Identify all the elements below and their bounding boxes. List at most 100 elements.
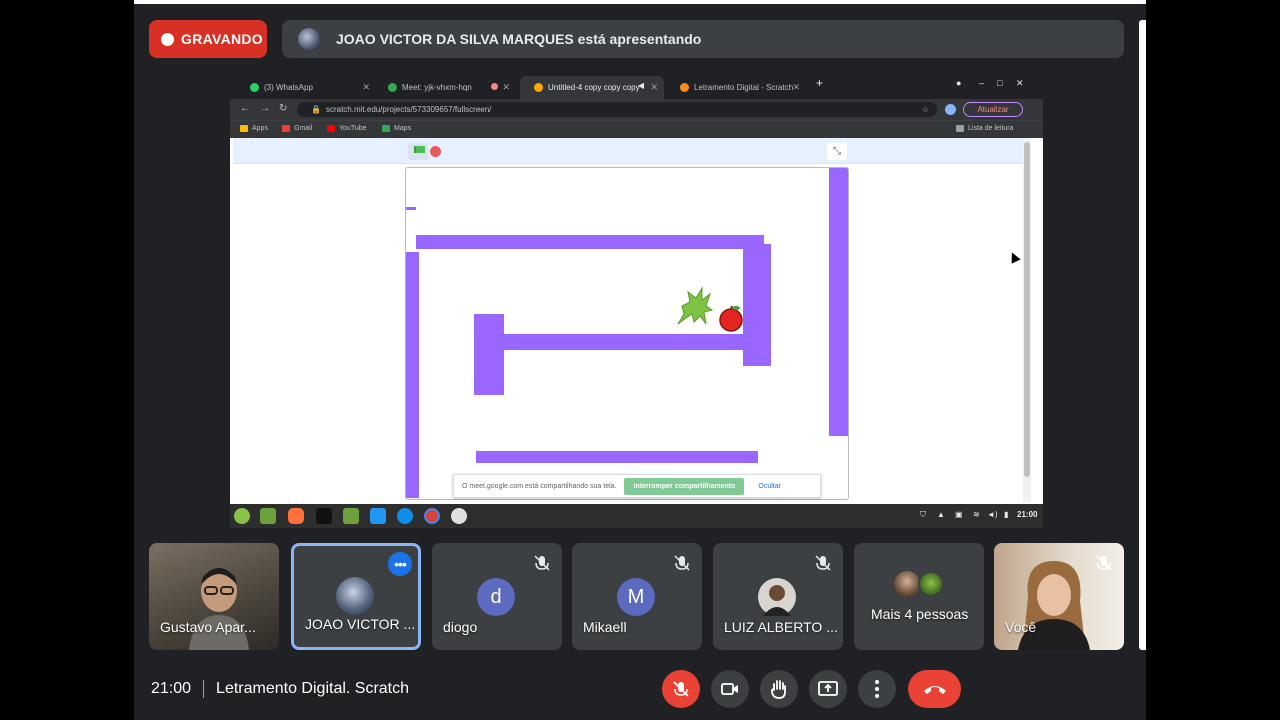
desktop-icon[interactable]: [260, 508, 276, 524]
close-icon[interactable]: ✕: [650, 82, 658, 93]
avatar: [336, 577, 374, 615]
mic-toggle-button[interactable]: [662, 670, 700, 708]
participant-tile-mikaell[interactable]: M Mikaell: [572, 543, 702, 650]
top-border: [134, 0, 1146, 4]
raise-hand-button[interactable]: [760, 670, 798, 708]
profile-menu-icon[interactable]: ●: [956, 78, 961, 88]
bookmark-maps[interactable]: Maps: [382, 125, 411, 132]
scratch-stage[interactable]: [405, 167, 849, 500]
window-close-icon[interactable]: ✕: [1016, 78, 1024, 89]
stop-icon[interactable]: [430, 146, 441, 157]
participant-name: LUIZ ALBERTO ...: [724, 619, 838, 635]
back-icon[interactable]: ←: [240, 103, 250, 114]
teamviewer-icon[interactable]: [397, 508, 413, 524]
phone-icon[interactable]: [370, 508, 386, 524]
meeting-info: 21:00 Letramento Digital. Scratch: [151, 680, 409, 698]
tab-letramento[interactable]: Letramento Digital - Scratch ✕: [666, 76, 806, 99]
shield-icon[interactable]: ⛉: [920, 510, 926, 520]
forward-icon[interactable]: →: [260, 103, 270, 114]
green-flag-icon[interactable]: [408, 143, 428, 160]
maze-wall: [743, 244, 771, 366]
app-icon[interactable]: [451, 508, 467, 524]
bookmarks-bar: Apps Gmail YouTube Maps Lista de leitura: [230, 120, 1043, 138]
apple-sprite[interactable]: [717, 304, 745, 332]
participant-name: Você: [1005, 619, 1037, 635]
tab-title: Meet: yjk-vhxm-hqn: [402, 83, 472, 92]
meeting-title[interactable]: Letramento Digital. Scratch: [216, 680, 409, 698]
os-clock: 21:00: [1017, 510, 1038, 519]
camera-toggle-button[interactable]: [711, 670, 749, 708]
participant-tile-joao[interactable]: ••• JOAO VICTOR ...: [291, 543, 421, 650]
more-options-icon[interactable]: •••: [388, 552, 412, 576]
avatar: [758, 578, 796, 616]
page-scrollbar[interactable]: [1023, 138, 1031, 502]
close-icon[interactable]: ✕: [502, 82, 510, 93]
wifi-icon[interactable]: ≋: [973, 510, 980, 519]
battery-icon[interactable]: ▮: [1004, 510, 1008, 519]
tab-title: Letramento Digital - Scratch: [694, 83, 794, 92]
reload-icon[interactable]: ↻: [279, 103, 287, 114]
hide-notice-link[interactable]: Ocultar: [758, 483, 781, 490]
chrome-icon[interactable]: [424, 508, 440, 524]
participant-video: [1018, 561, 1090, 650]
tab-meet[interactable]: Meet: yjk-vhxm-hqn ✕: [374, 76, 516, 99]
hand-icon: [771, 680, 786, 699]
avatar: M: [617, 578, 655, 616]
lock-icon: 🔒: [311, 105, 321, 114]
participant-tile-diogo[interactable]: d diogo: [432, 543, 562, 650]
audio-icon[interactable]: ◀: [638, 81, 644, 90]
stop-sharing-button[interactable]: Interromper compartilhamento: [624, 477, 745, 495]
participant-tile-more[interactable]: Mais 4 pessoas: [854, 543, 984, 650]
dragon-sprite[interactable]: [672, 284, 718, 328]
profile-avatar[interactable]: [945, 104, 956, 115]
warning-icon[interactable]: ▲: [937, 510, 945, 519]
tab-scratch-project[interactable]: Untitled-4 copy copy copy ◀ ✕: [520, 76, 664, 99]
participant-video: [189, 568, 249, 650]
tab-title: (3) WhatsApp: [264, 83, 313, 92]
exit-fullscreen-icon[interactable]: ⤡: [827, 143, 847, 160]
close-icon[interactable]: ✕: [792, 82, 800, 93]
volume-icon[interactable]: ◄): [987, 510, 998, 519]
maze-wall: [416, 235, 764, 249]
participant-tile-voce[interactable]: Você: [994, 543, 1124, 650]
bookmark-gmail[interactable]: Gmail: [282, 125, 312, 132]
terminal-icon[interactable]: [316, 508, 332, 524]
network-icon[interactable]: ▣: [955, 510, 963, 519]
maze-wall: [406, 207, 416, 210]
maximize-icon[interactable]: □: [997, 78, 1002, 88]
url-text: scratch.mit.edu/projects/573309657/fulls…: [325, 105, 492, 114]
bookmark-youtube[interactable]: YouTube: [327, 125, 367, 132]
bookmark-star-icon[interactable]: ☆: [922, 105, 929, 114]
reading-list[interactable]: Lista de leitura: [956, 125, 1014, 132]
meet-icon: [388, 83, 397, 92]
tab-whatsapp[interactable]: (3) WhatsApp ✕: [236, 76, 376, 99]
scratch-icon: [534, 83, 543, 92]
update-button[interactable]: Atualizar: [963, 102, 1023, 117]
more-vert-icon: [875, 680, 879, 698]
close-icon[interactable]: ✕: [362, 82, 370, 93]
youtube-icon: [327, 125, 335, 132]
scratch-page: ⤡ O meet.google.com está compartilhando …: [233, 138, 1023, 502]
recording-badge[interactable]: GRAVANDO: [149, 20, 267, 58]
more-options-button[interactable]: [858, 670, 896, 708]
scratch-icon: [680, 83, 689, 92]
new-tab-button[interactable]: +: [816, 76, 823, 90]
participant-tile-luiz[interactable]: LUIZ ALBERTO ...: [713, 543, 843, 650]
maze-wall: [406, 252, 419, 498]
firefox-icon[interactable]: [288, 508, 304, 524]
address-bar[interactable]: 🔒 scratch.mit.edu/projects/573309657/ful…: [297, 102, 937, 117]
more-people-label: Mais 4 pessoas: [871, 606, 969, 622]
whatsapp-icon: [250, 83, 259, 92]
linux-mint-menu-icon[interactable]: [234, 508, 250, 524]
maps-icon: [382, 125, 390, 132]
participant-name: Mikaell: [583, 619, 627, 635]
minimize-icon[interactable]: –: [979, 78, 984, 88]
side-panel-edge: [1139, 20, 1146, 650]
scrollbar-thumb[interactable]: [1024, 142, 1030, 477]
participant-tile-gustavo[interactable]: Gustavo Apar...: [149, 543, 279, 650]
leave-call-button[interactable]: [908, 670, 961, 708]
presentation-banner[interactable]: JOAO VICTOR DA SILVA MARQUES está aprese…: [282, 20, 1124, 58]
bookmark-apps[interactable]: Apps: [240, 125, 268, 132]
files-icon[interactable]: [343, 508, 359, 524]
present-screen-button[interactable]: [809, 670, 847, 708]
